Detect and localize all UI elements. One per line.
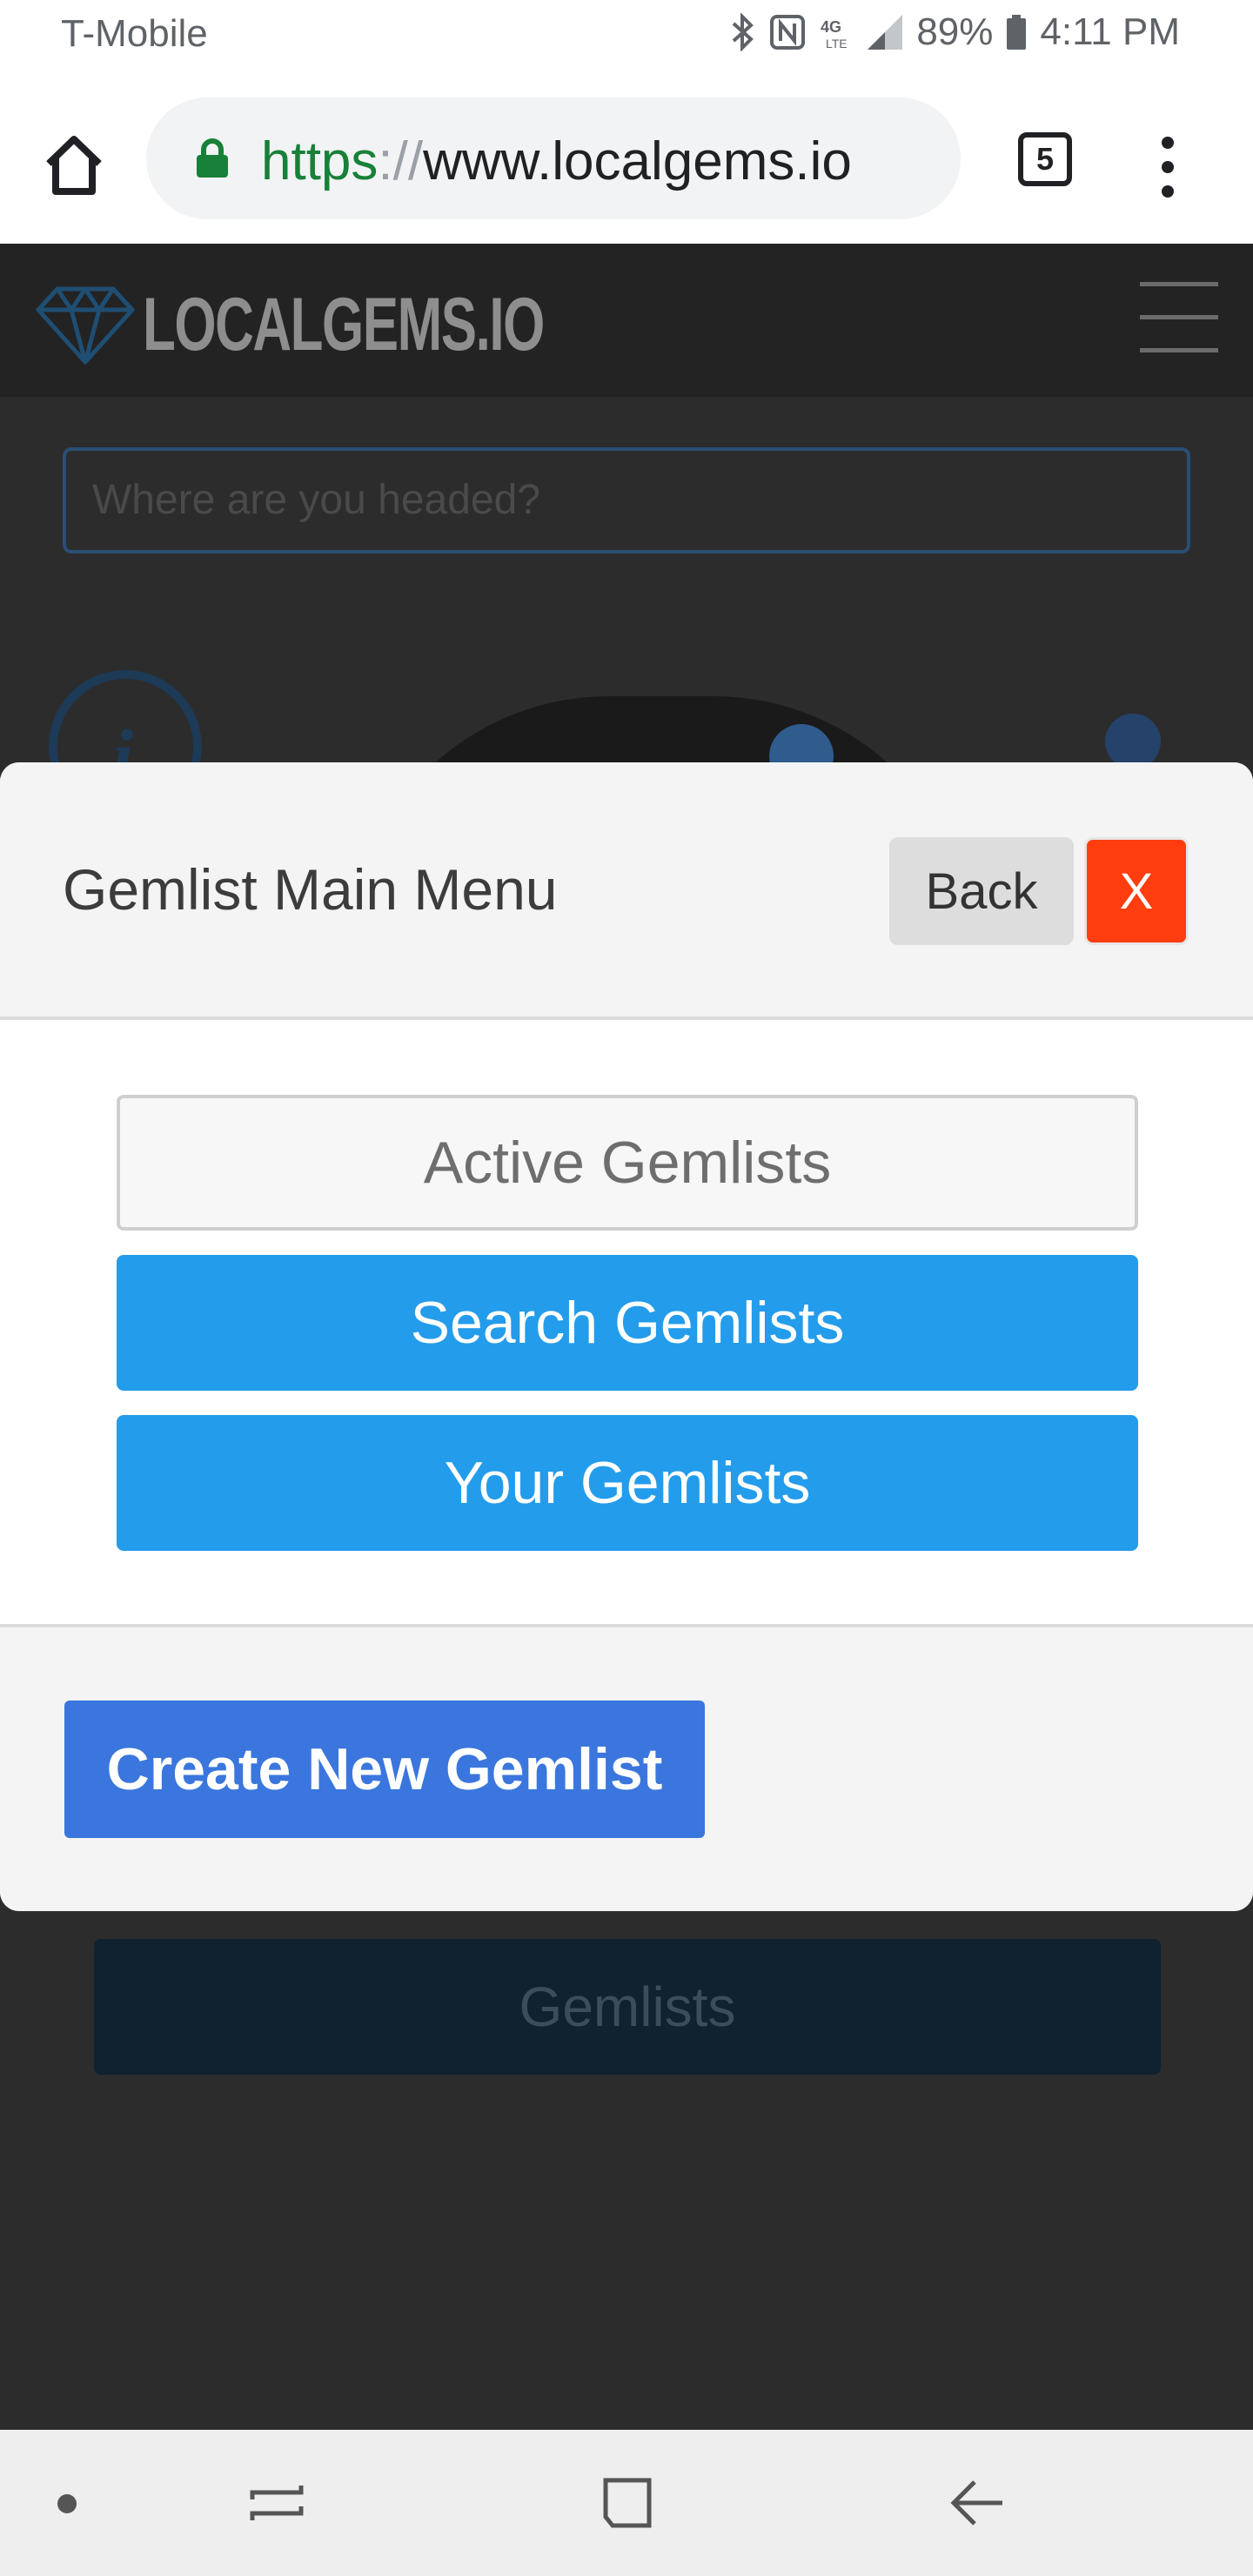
url-separator: ://	[378, 131, 424, 191]
lock-icon	[195, 138, 230, 184]
your-gemlists-button[interactable]: Your Gemlists	[117, 1415, 1138, 1551]
location-dot-icon[interactable]	[1105, 714, 1161, 769]
modal-title: Gemlist Main Menu	[63, 857, 558, 922]
tab-count: 5	[1035, 141, 1055, 177]
gemlists-button[interactable]: Gemlists	[94, 1939, 1161, 2075]
nfc-icon	[770, 15, 806, 50]
back-button[interactable]: Back	[889, 837, 1074, 945]
lte-icon: 4GLTE	[821, 18, 848, 50]
carrier-label: T-Mobile	[61, 12, 208, 55]
clock: 4:11 PM	[1040, 10, 1180, 53]
close-button[interactable]: X	[1084, 837, 1189, 945]
gemlist-modal: Gemlist Main Menu Back X Active Gemlists…	[0, 762, 1253, 1911]
back-nav-icon[interactable]	[945, 2468, 1009, 2538]
url-scheme: https	[261, 131, 379, 191]
tabs-button[interactable]: 5	[1018, 132, 1072, 186]
search-gemlists-button[interactable]: Search Gemlists	[117, 1255, 1138, 1391]
more-vert-icon	[1162, 137, 1174, 198]
battery-percent: 89%	[916, 10, 994, 53]
create-gemlist-button[interactable]: Create New Gemlist	[64, 1701, 705, 1838]
modal-footer: Create New Gemlist	[0, 1624, 1253, 1911]
battery-icon	[1007, 15, 1027, 50]
destination-search-input[interactable]: Where are you headed?	[63, 447, 1190, 553]
recent-apps-icon[interactable]	[245, 2468, 310, 2538]
modal-header: Gemlist Main Menu Back X	[0, 762, 1253, 1020]
logo-text: LOCALGEMS.IO	[143, 283, 545, 366]
url-host: www.localgems.io	[423, 131, 852, 191]
hamburger-menu-button[interactable]	[1140, 278, 1218, 357]
signal-icon	[868, 15, 903, 50]
site-logo[interactable]: LOCALGEMS.IO	[35, 282, 700, 368]
browser-toolbar: https://www.localgems.io 5	[0, 73, 1253, 244]
active-gemlists-button[interactable]: Active Gemlists	[117, 1095, 1138, 1231]
home-button[interactable]	[35, 125, 113, 204]
bluetooth-icon	[732, 13, 754, 51]
site-header: LOCALGEMS.IO	[0, 244, 1253, 397]
home-nav-icon[interactable]	[595, 2468, 656, 2538]
more-menu-button[interactable]	[1150, 132, 1185, 202]
svg-text:LTE: LTE	[826, 37, 848, 50]
address-bar[interactable]: https://www.localgems.io	[146, 97, 961, 219]
home-icon	[46, 136, 102, 195]
nav-dot-icon[interactable]	[57, 2494, 77, 2513]
diamond-icon	[36, 286, 135, 364]
svg-text:4G: 4G	[821, 18, 841, 36]
system-nav-bar	[0, 2430, 1253, 2576]
status-icons: 4G LTE 89% 4:11 PM	[730, 10, 1180, 54]
url-text: https://www.localgems.io	[261, 131, 852, 192]
status-bar: T-Mobile 4G LTE 89% 4:11 PM	[0, 0, 1253, 73]
